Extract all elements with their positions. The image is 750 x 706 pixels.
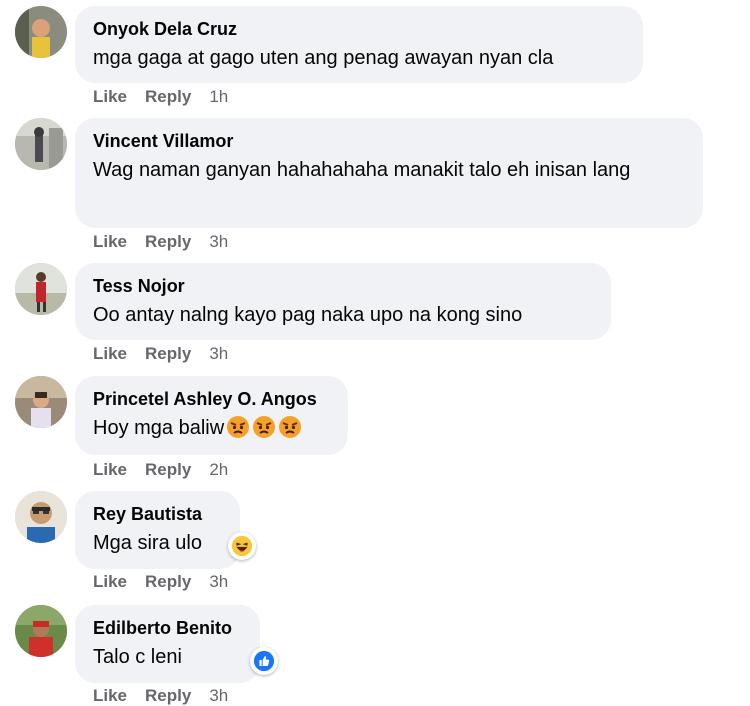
- like-button[interactable]: Like: [93, 232, 127, 252]
- like-button[interactable]: Like: [93, 460, 127, 480]
- comment-author[interactable]: Onyok Dela Cruz: [93, 18, 625, 40]
- comment-bubble: Princetel Ashley O. Angos Hoy mga baliw: [75, 376, 348, 455]
- avatar[interactable]: [15, 605, 67, 657]
- reply-button[interactable]: Reply: [145, 686, 191, 706]
- avatar[interactable]: [15, 118, 67, 170]
- comment-author[interactable]: Tess Nojor: [93, 275, 593, 297]
- reaction-badge[interactable]: [228, 532, 256, 560]
- reply-button[interactable]: Reply: [145, 460, 191, 480]
- reply-button[interactable]: Reply: [145, 232, 191, 252]
- like-button[interactable]: Like: [93, 686, 127, 706]
- angry-face-icon: [227, 416, 250, 438]
- like-button[interactable]: Like: [93, 87, 127, 107]
- haha-reaction-icon: [231, 535, 253, 557]
- comment-time[interactable]: 1h: [209, 87, 228, 107]
- comment-text: Talo c leni: [93, 646, 182, 668]
- comment-bubble: Edilberto Benito Talo c leni: [75, 605, 260, 683]
- avatar[interactable]: [15, 6, 67, 58]
- comment-actions: Like Reply 1h: [93, 87, 246, 107]
- comment-author[interactable]: Princetel Ashley O. Angos: [93, 388, 330, 410]
- angry-face-icon: [253, 416, 276, 438]
- comment-author[interactable]: Edilberto Benito: [93, 617, 242, 639]
- comment-actions: Like Reply 3h: [93, 686, 246, 706]
- avatar[interactable]: [15, 376, 67, 428]
- comment-actions: Like Reply 3h: [93, 572, 246, 592]
- comment-time[interactable]: 3h: [209, 344, 228, 364]
- comment-bubble: Rey Bautista Mga sira ulo: [75, 491, 240, 569]
- comment-text: Oo antay nalng kayo pag naka upo na kong…: [93, 304, 523, 326]
- comment-time[interactable]: 3h: [209, 572, 228, 592]
- comment-text: mga gaga at gago uten ang penag awayan n…: [93, 47, 554, 69]
- comment-bubble: Vincent Villamor Wag naman ganyan hahaha…: [75, 118, 703, 228]
- reply-button[interactable]: Reply: [145, 572, 191, 592]
- comment-text-content: Hoy mga baliw: [93, 417, 225, 439]
- comment-bubble: Tess Nojor Oo antay nalng kayo pag naka …: [75, 263, 611, 340]
- comment-text: Wag naman ganyan hahahahaha manakit talo…: [93, 159, 631, 181]
- comment-actions: Like Reply 3h: [93, 232, 246, 252]
- comment-author[interactable]: Rey Bautista: [93, 503, 222, 525]
- angry-face-icon: [279, 416, 302, 438]
- like-button[interactable]: Like: [93, 344, 127, 364]
- comment-time[interactable]: 2h: [209, 460, 228, 480]
- comment-time[interactable]: 3h: [209, 686, 228, 706]
- avatar[interactable]: [15, 263, 67, 315]
- reaction-badge[interactable]: [250, 647, 278, 675]
- comment-actions: Like Reply 2h: [93, 460, 246, 480]
- reply-button[interactable]: Reply: [145, 87, 191, 107]
- comment-text: Hoy mga baliw: [93, 413, 330, 444]
- comment-text: Mga sira ulo: [93, 532, 202, 554]
- like-reaction-icon: [253, 650, 275, 672]
- comment-author[interactable]: Vincent Villamor: [93, 130, 685, 152]
- like-button[interactable]: Like: [93, 572, 127, 592]
- reply-button[interactable]: Reply: [145, 344, 191, 364]
- comment-bubble: Onyok Dela Cruz mga gaga at gago uten an…: [75, 6, 643, 83]
- avatar[interactable]: [15, 491, 67, 543]
- comment-actions: Like Reply 3h: [93, 344, 246, 364]
- comment-time[interactable]: 3h: [209, 232, 228, 252]
